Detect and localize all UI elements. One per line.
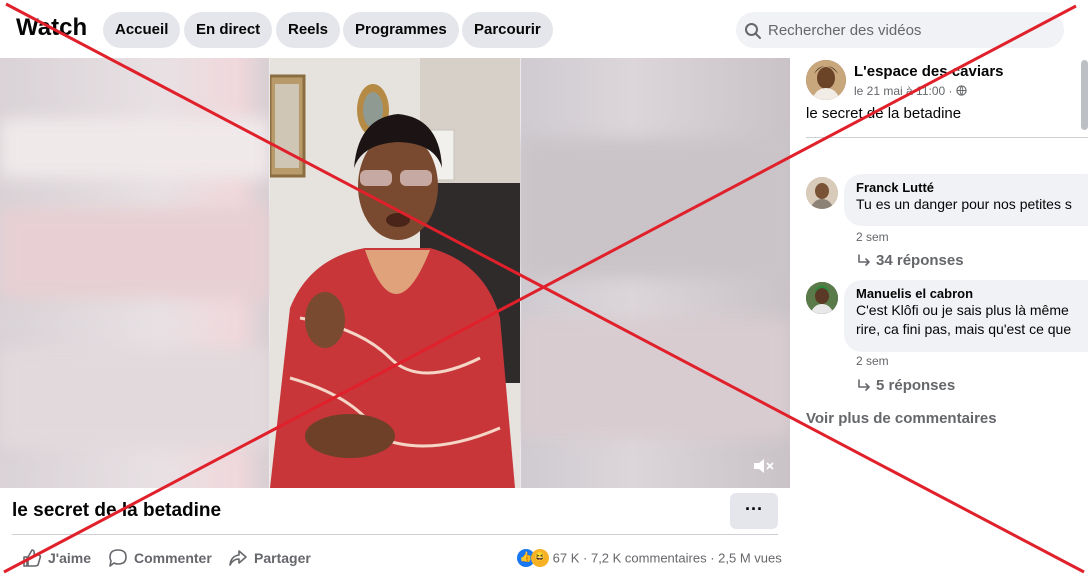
comment-label: Commenter bbox=[134, 550, 212, 566]
comment-author[interactable]: Manuelis el cabron bbox=[856, 286, 1088, 301]
replies-count: 34 réponses bbox=[876, 252, 964, 269]
video-search[interactable] bbox=[736, 12, 1064, 48]
nav-parcourir[interactable]: Parcourir bbox=[462, 12, 553, 48]
nav-en-direct[interactable]: En direct bbox=[184, 12, 273, 48]
reply-arrow-icon bbox=[858, 379, 870, 391]
page-avatar[interactable] bbox=[806, 60, 846, 100]
nav-programmes[interactable]: Programmes bbox=[343, 12, 459, 48]
reply-arrow-icon bbox=[858, 254, 870, 266]
stats-separator: · bbox=[710, 550, 715, 566]
haha-reaction-icon: 😆 bbox=[531, 549, 549, 567]
comment-text: Tu es un danger pour nos petites s bbox=[856, 196, 1072, 212]
comment-button[interactable]: Commenter bbox=[108, 548, 212, 572]
view-replies-link[interactable]: 34 réponses bbox=[856, 252, 964, 269]
more-options-button[interactable]: ··· bbox=[730, 493, 778, 529]
see-more-comments-link[interactable]: Voir plus de commentaires bbox=[806, 410, 997, 427]
share-label: Partager bbox=[254, 550, 311, 566]
video-frame bbox=[270, 58, 520, 488]
comment-author[interactable]: Franck Lutté bbox=[856, 180, 1088, 195]
comment-text-line2: rire, ca fini pas, mais qu'est ce que bbox=[856, 321, 1072, 337]
comment-time[interactable]: 2 sem bbox=[856, 230, 889, 244]
comment-time[interactable]: 2 sem bbox=[856, 354, 889, 368]
post-date[interactable]: le 21 mai à 11:00 · bbox=[854, 84, 967, 98]
like-icon bbox=[23, 549, 42, 567]
facebook-watch-page: Watch Accueil En direct Reels Programmes… bbox=[0, 0, 1088, 576]
avatar-image bbox=[806, 60, 846, 100]
replies-count: 5 réponses bbox=[876, 377, 956, 394]
share-button[interactable]: Partager bbox=[228, 548, 311, 572]
comment-bubble: Franck Lutté Tu es un danger pour nos pe… bbox=[844, 174, 1088, 226]
comment-text-line1: C'est Klôfi ou je sais plus là même bbox=[856, 302, 1069, 318]
views-count: 2,5 M vues bbox=[718, 550, 782, 566]
post-sidebar: L'espace des caviars le 21 mai à 11:00 ·… bbox=[790, 58, 1088, 576]
divider bbox=[806, 137, 1088, 138]
view-replies-link[interactable]: 5 réponses bbox=[856, 377, 955, 394]
stats-separator: · bbox=[583, 550, 588, 566]
video-title: le secret de la betadine bbox=[12, 500, 222, 521]
avatar-image bbox=[806, 177, 838, 209]
post-stats: 👍 😆 67 K · 7,2 K commentaires · 2,5 M vue… bbox=[517, 549, 782, 567]
nav-accueil[interactable]: Accueil bbox=[103, 12, 181, 48]
search-icon bbox=[745, 23, 761, 39]
reactions-count[interactable]: 67 K bbox=[553, 551, 580, 566]
avatar-image bbox=[806, 282, 838, 314]
post-date-text: le 21 mai à 11:00 · bbox=[854, 84, 953, 98]
comment-bubble: Manuelis el cabron C'est Klôfi ou je sai… bbox=[844, 280, 1088, 352]
search-input[interactable] bbox=[768, 12, 1058, 48]
globe-icon bbox=[956, 85, 967, 96]
commenter-avatar[interactable] bbox=[806, 177, 838, 209]
watch-header: Watch Accueil En direct Reels Programmes… bbox=[0, 0, 1088, 58]
video-player[interactable] bbox=[0, 58, 790, 488]
nav-reels[interactable]: Reels bbox=[276, 12, 341, 48]
page-name[interactable]: L'espace des caviars bbox=[854, 63, 1004, 80]
share-icon bbox=[229, 550, 247, 566]
post-text: le secret de la betadine bbox=[806, 105, 962, 122]
page-title: Watch bbox=[16, 14, 88, 41]
sidebar-scrollbar[interactable] bbox=[1081, 60, 1088, 130]
like-button[interactable]: J'aime bbox=[22, 548, 91, 572]
like-label: J'aime bbox=[48, 550, 92, 566]
commenter-avatar[interactable] bbox=[806, 282, 838, 314]
mute-icon[interactable] bbox=[752, 456, 776, 476]
video-still bbox=[270, 58, 520, 488]
divider bbox=[12, 534, 778, 535]
comments-count[interactable]: 7,2 K commentaires bbox=[591, 551, 707, 566]
comment-icon bbox=[109, 549, 127, 567]
